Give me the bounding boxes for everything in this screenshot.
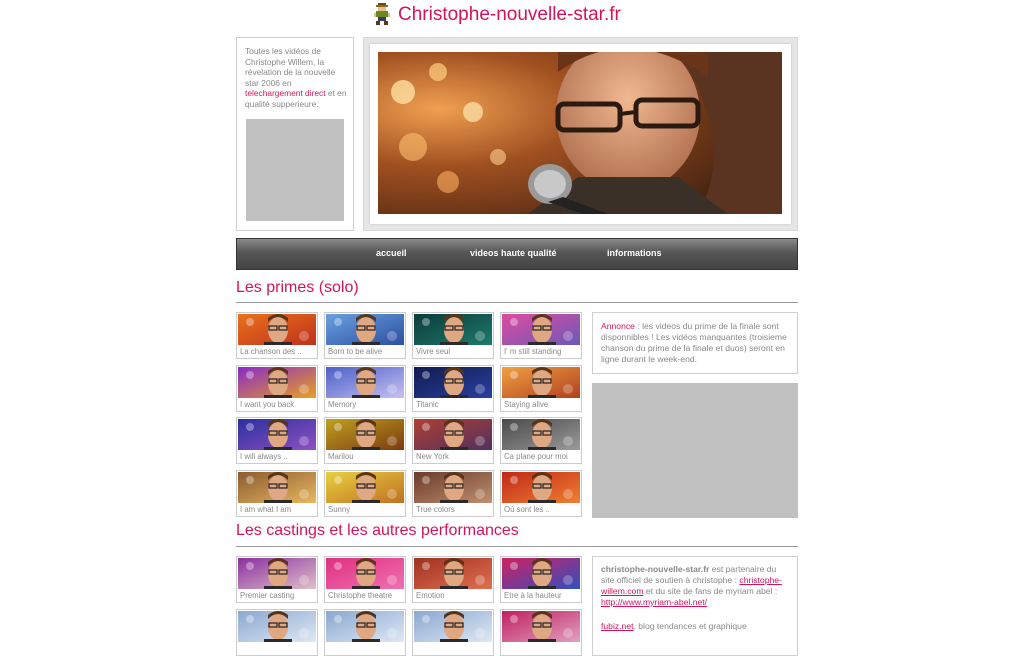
video-thumbnail[interactable] <box>324 608 406 656</box>
video-thumbnail-image[interactable] <box>502 366 580 398</box>
video-thumbnail-label: Sunny <box>328 504 351 514</box>
hero-frame <box>363 37 798 231</box>
video-thumbnail[interactable]: I will always .. <box>236 417 318 464</box>
video-thumbnail-image[interactable] <box>502 558 580 589</box>
video-thumbnail-label: Ca plane pour moi <box>504 452 568 461</box>
video-thumbnail-label: Born to be alive <box>328 347 383 356</box>
video-thumbnail-image[interactable] <box>502 471 580 503</box>
video-thumbnail[interactable]: I want you back <box>236 364 318 412</box>
annonce-box: Annonce : les videos du prime de la fina… <box>592 312 798 374</box>
video-thumbnail-label: Où sont les .. <box>504 504 550 514</box>
video-thumbnail[interactable] <box>500 608 582 656</box>
video-thumbnail-label: I will always .. <box>240 452 288 461</box>
video-thumbnail[interactable]: I am what I am <box>236 469 318 517</box>
video-thumbnail-image[interactable] <box>238 558 316 589</box>
video-thumbnail[interactable]: True colors <box>412 469 494 517</box>
video-thumbnail-image[interactable] <box>326 314 404 345</box>
video-thumbnail[interactable]: Marilou <box>324 417 406 464</box>
castings-divider <box>236 546 798 547</box>
video-thumbnail[interactable]: Où sont les .. <box>500 469 582 517</box>
video-thumbnail-image[interactable] <box>238 366 316 398</box>
video-thumbnail[interactable]: Sunny <box>324 469 406 517</box>
ad-placeholder-small <box>246 119 344 221</box>
primes-section-title: Les primes (solo) <box>236 279 359 296</box>
site-title-link[interactable]: Christophe-nouvelle-star.fr <box>398 4 621 26</box>
video-thumbnail-image[interactable] <box>414 419 492 450</box>
partners-text-2: et du site de fans de myriam abel : <box>645 586 778 596</box>
video-thumbnail-label: Christophe theatre <box>328 591 393 600</box>
video-thumbnail[interactable]: Staying alive <box>500 364 582 412</box>
video-thumbnail-image[interactable] <box>414 558 492 589</box>
annonce-link[interactable]: Annonce <box>601 321 635 331</box>
video-thumbnail-image[interactable] <box>238 419 316 450</box>
video-thumbnail-label: Marilou <box>328 452 354 461</box>
video-thumbnail-label: I am what I am <box>240 504 292 514</box>
video-thumbnail-image[interactable] <box>502 610 580 642</box>
video-thumbnail[interactable]: Christophe theatre <box>324 556 406 603</box>
video-thumbnail-label: Vivre seul <box>416 347 451 356</box>
video-thumbnail-image[interactable] <box>414 314 492 345</box>
main-navbar: accueil videos haute qualité information… <box>236 238 798 270</box>
partners-text-3: , blog tendances et graphique <box>633 621 747 631</box>
video-thumbnail-label: I' m still standing <box>504 347 562 356</box>
video-thumbnail-label: New York <box>416 452 449 461</box>
video-thumbnail-image[interactable] <box>414 610 492 642</box>
castings-section-title: Les castings et les autres performances <box>236 522 519 539</box>
video-thumbnail-image[interactable] <box>414 471 492 503</box>
video-thumbnail-image[interactable] <box>326 419 404 450</box>
video-thumbnail-image[interactable] <box>502 419 580 450</box>
download-link[interactable]: telechargement direct <box>245 88 326 98</box>
nav-accueil[interactable]: accueil <box>376 248 407 258</box>
video-thumbnail-image[interactable] <box>238 314 316 345</box>
video-thumbnail-label: True colors <box>416 504 455 514</box>
video-thumbnail-image[interactable] <box>326 610 404 642</box>
video-thumbnail-label: Etre à la hauteur <box>504 591 562 600</box>
primes-divider <box>236 302 798 303</box>
video-thumbnail[interactable]: Premier casting <box>236 556 318 603</box>
site-header: Christophe-nouvelle-star.fr <box>372 2 621 28</box>
video-thumbnail[interactable]: Memory <box>324 364 406 412</box>
video-thumbnail-label: Memory <box>328 399 357 409</box>
video-thumbnail-image[interactable] <box>326 471 404 503</box>
video-thumbnail[interactable]: La chanson des .. <box>236 312 318 359</box>
pixel-character-icon <box>374 3 390 25</box>
video-thumbnail-label: Emotion <box>416 591 445 600</box>
intro-text: Toutes les vidéos de Christophe Willem, … <box>245 46 349 109</box>
hero-photo <box>378 52 782 214</box>
video-thumbnail-image[interactable] <box>502 314 580 345</box>
hero-inner <box>370 44 791 224</box>
intro-box: Toutes les vidéos de Christophe Willem, … <box>236 37 354 231</box>
nav-videos-haute-qualite[interactable]: videos haute qualité <box>470 248 557 258</box>
video-thumbnail[interactable]: Etre à la hauteur <box>500 556 582 603</box>
partner-link-fubiz[interactable]: fubiz.net <box>601 621 634 631</box>
video-thumbnail[interactable]: Emotion <box>412 556 494 603</box>
partner-link-myriam-abel[interactable]: http://www.myriam-abel.net/ <box>601 597 707 607</box>
video-thumbnail[interactable] <box>236 608 318 656</box>
video-thumbnail-image[interactable] <box>326 558 404 589</box>
nav-informations[interactable]: informations <box>607 248 662 258</box>
video-thumbnail-image[interactable] <box>238 610 316 642</box>
video-thumbnail-image[interactable] <box>414 366 492 398</box>
video-thumbnail-label: Staying alive <box>504 399 549 409</box>
video-thumbnail[interactable]: Born to be alive <box>324 312 406 359</box>
video-thumbnail-label: La chanson des .. <box>240 347 302 356</box>
partners-site-name: christophe-nouvelle-star.fr <box>601 564 710 574</box>
video-thumbnail[interactable]: Ca plane pour moi <box>500 417 582 464</box>
video-thumbnail-label: Titanic <box>416 399 439 409</box>
video-thumbnail[interactable]: New York <box>412 417 494 464</box>
video-thumbnail[interactable]: Vivre seul <box>412 312 494 359</box>
video-thumbnail[interactable]: I' m still standing <box>500 312 582 359</box>
ad-placeholder-large <box>592 383 798 518</box>
video-thumbnail[interactable]: Titanic <box>412 364 494 412</box>
video-thumbnail[interactable] <box>412 608 494 656</box>
partners-box: christophe-nouvelle-star.fr est partenai… <box>592 556 798 656</box>
video-thumbnail-label: I want you back <box>240 399 295 409</box>
video-thumbnail-label: Premier casting <box>240 591 295 600</box>
intro-text-before: Toutes les vidéos de Christophe Willem, … <box>245 46 336 88</box>
video-thumbnail-image[interactable] <box>238 471 316 503</box>
video-thumbnail-image[interactable] <box>326 366 404 398</box>
